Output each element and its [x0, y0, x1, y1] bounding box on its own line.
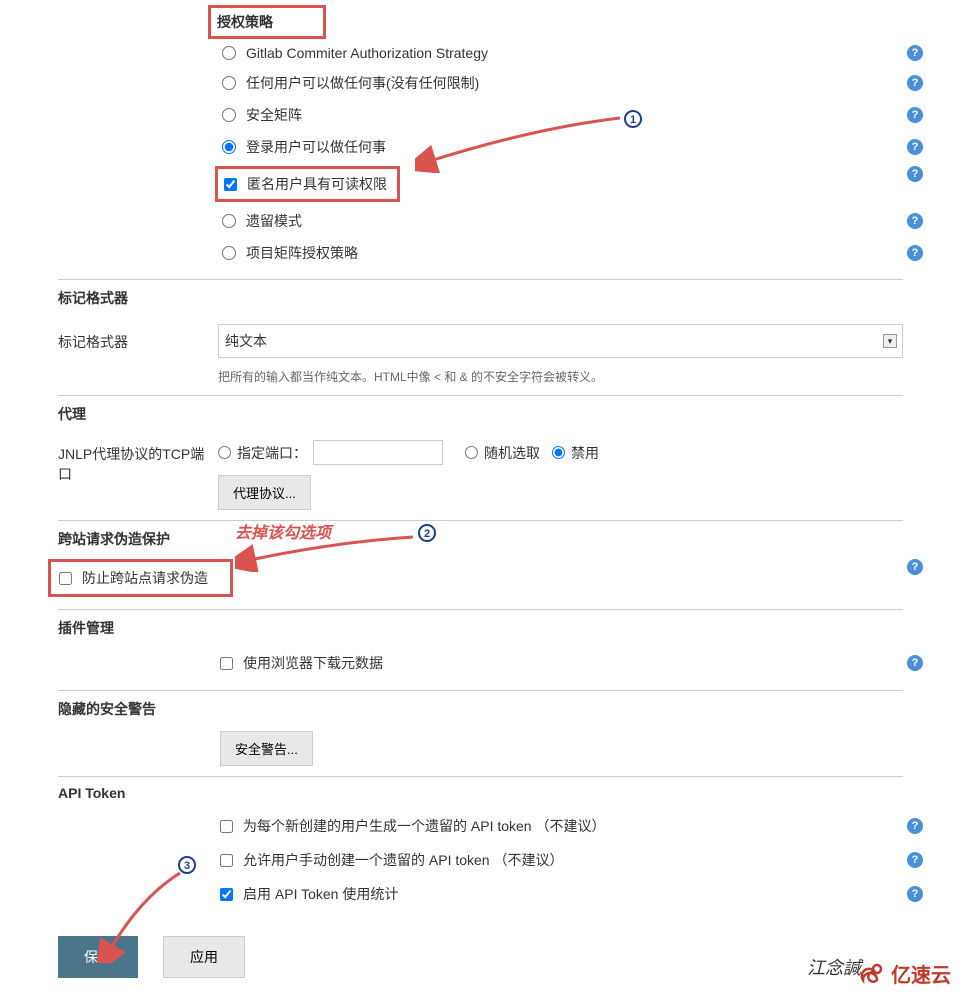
auth-radio-anyone[interactable] [222, 76, 236, 90]
chevron-down-icon[interactable]: ▾ [883, 334, 897, 348]
port-label-specify: 指定端口： [237, 443, 307, 463]
api-token-section-title: API Token [58, 777, 961, 809]
annotation-badge-2: 2 [418, 524, 436, 542]
auth-label-project-matrix: 项目矩阵授权策略 [246, 243, 358, 263]
plugin-browser-download-checkbox[interactable] [220, 657, 233, 670]
csrf-box: 防止跨站点请求伪造 [48, 559, 233, 597]
help-icon[interactable]: ? [907, 818, 923, 834]
auth-radio-legacy[interactable] [222, 214, 236, 228]
csrf-section-title: 跨站请求伪造保护 [58, 521, 961, 557]
plugin-section-title: 插件管理 [58, 610, 961, 646]
api-token-opt3-label: 启用 API Token 使用统计 [243, 884, 398, 904]
auth-label-loggedin: 登录用户可以做任何事 [246, 137, 386, 157]
proxy-section-title: 代理 [58, 396, 961, 432]
port-label-random: 随机选取 [484, 443, 540, 463]
anon-readable-box: 匿名用户具有可读权限 [215, 166, 400, 202]
help-icon[interactable]: ? [907, 852, 923, 868]
marker-label: 标记格式器 [58, 324, 218, 352]
annotation-text-1: 去掉该勾选项 [235, 519, 331, 543]
help-icon[interactable]: ? [907, 213, 923, 229]
help-icon[interactable]: ? [907, 75, 923, 91]
auth-label-gitlab: Gitlab Commiter Authorization Strategy [246, 45, 488, 61]
help-icon[interactable]: ? [907, 166, 923, 182]
security-warn-button[interactable]: 安全警告... [220, 731, 313, 766]
save-button[interactable]: 保存 [58, 936, 138, 978]
auth-radio-project-matrix[interactable] [222, 246, 236, 260]
help-icon[interactable]: ? [907, 139, 923, 155]
marker-select[interactable]: 纯文本 [218, 324, 903, 358]
api-token-opt1-label: 为每个新创建的用户生成一个遗留的 API token （不建议） [243, 816, 605, 836]
plugin-browser-download-label: 使用浏览器下载元数据 [243, 653, 383, 673]
api-token-opt2-label: 允许用户手动创建一个遗留的 API token （不建议） [243, 850, 563, 870]
help-icon[interactable]: ? [907, 655, 923, 671]
auth-radio-matrix[interactable] [222, 108, 236, 122]
anon-readable-checkbox[interactable] [224, 178, 237, 191]
help-icon[interactable]: ? [907, 107, 923, 123]
help-icon[interactable]: ? [907, 245, 923, 261]
marker-section-title: 标记格式器 [58, 280, 961, 316]
auth-label-legacy: 遗留模式 [246, 211, 302, 231]
hidden-warn-section-title: 隐藏的安全警告 [58, 691, 961, 727]
auth-radio-loggedin[interactable] [222, 140, 236, 154]
auth-label-anyone: 任何用户可以做任何事(没有任何限制) [246, 73, 479, 93]
auth-label-matrix: 安全矩阵 [246, 105, 302, 125]
csrf-label: 防止跨站点请求伪造 [82, 568, 208, 588]
marker-hint: 把所有的输入都当作纯文本。HTML中像 < 和 & 的不安全字符会被转义。 [218, 368, 903, 385]
api-token-opt3-checkbox[interactable] [220, 888, 233, 901]
anon-readable-label: 匿名用户具有可读权限 [247, 174, 387, 194]
help-icon[interactable]: ? [907, 45, 923, 61]
port-label-disable: 禁用 [571, 443, 599, 463]
watermark-logo: 亿速云 [853, 959, 951, 988]
annotation-badge-3: 3 [178, 856, 196, 874]
port-radio-disable[interactable] [552, 446, 565, 459]
help-icon[interactable]: ? [907, 559, 923, 575]
authorization-strategy-title: 授权策略 [208, 5, 326, 39]
proxy-label: JNLP代理协议的TCP端口 [58, 440, 218, 484]
auth-radio-gitlab[interactable] [222, 46, 236, 60]
port-spinner[interactable] [313, 440, 443, 465]
api-token-opt2-checkbox[interactable] [220, 854, 233, 867]
csrf-checkbox[interactable] [59, 572, 72, 585]
proxy-protocol-button[interactable]: 代理协议... [218, 475, 311, 510]
help-icon[interactable]: ? [907, 886, 923, 902]
annotation-badge-1: 1 [624, 110, 642, 128]
apply-button[interactable]: 应用 [163, 936, 245, 978]
port-radio-random[interactable] [465, 446, 478, 459]
api-token-opt1-checkbox[interactable] [220, 820, 233, 833]
port-radio-specify[interactable] [218, 446, 231, 459]
